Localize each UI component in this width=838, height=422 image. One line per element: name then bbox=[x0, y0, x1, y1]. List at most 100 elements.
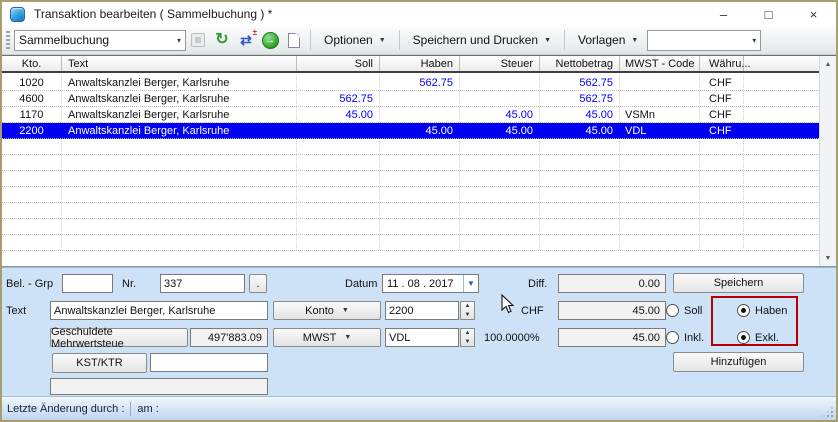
cell-steuer bbox=[460, 75, 540, 90]
cell-haben bbox=[380, 187, 460, 202]
cell-steuer bbox=[460, 235, 540, 250]
nr-lookup-button[interactable]: . bbox=[249, 274, 267, 293]
table-row[interactable] bbox=[2, 155, 819, 171]
resize-grip[interactable] bbox=[823, 407, 833, 417]
cell-kto: 4600 bbox=[2, 91, 62, 106]
spinner-up-icon[interactable]: ▲ bbox=[461, 329, 474, 338]
speichern-button[interactable]: Speichern bbox=[673, 273, 804, 293]
cell-steuer: 45.00 bbox=[460, 123, 540, 138]
scroll-up-icon[interactable]: ▲ bbox=[820, 56, 837, 72]
refresh-button[interactable]: ↻ bbox=[211, 29, 233, 51]
column-header-waehrung[interactable]: Währu... bbox=[700, 56, 744, 71]
cell-kto bbox=[2, 203, 62, 218]
datum-dropdown-icon[interactable]: ▼ bbox=[463, 275, 478, 292]
hinzufuegen-button[interactable]: Hinzufügen bbox=[673, 352, 804, 372]
vertical-scrollbar[interactable]: ▲ ▼ bbox=[819, 56, 836, 266]
speichern-und-drucken-menu-button[interactable]: Speichern und Drucken ▼ bbox=[404, 30, 560, 50]
text-input[interactable] bbox=[50, 301, 268, 320]
resize-columns-button[interactable]: ⇄ ± bbox=[235, 29, 257, 51]
table-row[interactable] bbox=[2, 219, 819, 235]
cell-haben bbox=[380, 139, 460, 154]
column-header-soll[interactable]: Soll bbox=[297, 56, 380, 71]
dropdown-arrow-icon: ▼ bbox=[544, 37, 551, 44]
close-button[interactable]: × bbox=[791, 2, 836, 26]
table-row[interactable] bbox=[2, 171, 819, 187]
soll-radio[interactable] bbox=[666, 304, 679, 317]
cell-soll bbox=[297, 235, 380, 250]
toolbar-separator bbox=[399, 30, 400, 50]
new-document-icon bbox=[288, 33, 300, 48]
column-header-kto[interactable]: Kto. bbox=[2, 56, 62, 71]
table-row[interactable] bbox=[2, 187, 819, 203]
cell-waehrung bbox=[700, 155, 744, 170]
spinner-down-icon[interactable]: ▼ bbox=[461, 311, 474, 320]
table-row[interactable]: 1020Anwaltskanzlei Berger, Karlsruhe562.… bbox=[2, 75, 819, 91]
cell-haben: 45.00 bbox=[380, 123, 460, 138]
cell-nettobetrag: 562.75 bbox=[540, 91, 620, 106]
new-document-button[interactable] bbox=[283, 29, 305, 51]
mouse-cursor bbox=[501, 294, 515, 314]
table-row[interactable]: 2200Anwaltskanzlei Berger, Karlsruhe45.0… bbox=[2, 123, 819, 139]
table-row[interactable] bbox=[2, 203, 819, 219]
table-row[interactable] bbox=[2, 235, 819, 251]
mwst-spinner[interactable]: ▲ ▼ bbox=[460, 328, 475, 347]
table-row[interactable]: 1170Anwaltskanzlei Berger, Karlsruhe45.0… bbox=[2, 107, 819, 123]
inkl-radio[interactable] bbox=[666, 331, 679, 344]
go-button[interactable]: → bbox=[259, 29, 281, 51]
combo-arrow-icon: ▾ bbox=[171, 36, 181, 45]
cell-mwst-code bbox=[620, 203, 700, 218]
cell-steuer bbox=[460, 171, 540, 186]
cell-text bbox=[62, 155, 297, 170]
mwst-code-input[interactable] bbox=[385, 328, 459, 347]
optionen-menu-button[interactable]: Optionen ▼ bbox=[315, 30, 395, 50]
column-header-steuer[interactable]: Steuer bbox=[460, 56, 540, 71]
window-title: Transaktion bearbeiten ( Sammelbuchung )… bbox=[34, 7, 272, 21]
table-row[interactable] bbox=[2, 139, 819, 155]
konto-dropdown-button[interactable]: Konto ▼ bbox=[273, 301, 381, 320]
minimize-button[interactable]: – bbox=[701, 2, 746, 26]
diff-label: Diff. bbox=[528, 278, 547, 290]
cell-haben bbox=[380, 219, 460, 234]
cell-soll bbox=[297, 171, 380, 186]
spinner-up-icon[interactable]: ▲ bbox=[461, 302, 474, 311]
inkl-radio-label[interactable]: Inkl. bbox=[684, 332, 704, 344]
toolbar-grip[interactable] bbox=[6, 31, 10, 49]
mwst-dropdown-button[interactable]: MWST ▼ bbox=[273, 328, 381, 347]
template-select[interactable]: ▾ bbox=[647, 30, 761, 51]
konto-input[interactable] bbox=[385, 301, 459, 320]
bel-grp-input[interactable] bbox=[62, 274, 113, 293]
column-header-haben[interactable]: Haben bbox=[380, 56, 460, 71]
app-window: Transaktion bearbeiten ( Sammelbuchung )… bbox=[0, 0, 838, 422]
soll-radio-label[interactable]: Soll bbox=[684, 305, 702, 317]
vorlagen-menu-button[interactable]: Vorlagen ▼ bbox=[569, 30, 647, 50]
booking-type-select[interactable]: Sammelbuchung ▾ bbox=[14, 30, 186, 51]
column-header-mwst-code[interactable]: MWST - Code bbox=[620, 56, 700, 71]
cell-mwst-code bbox=[620, 91, 700, 106]
cell-steuer bbox=[460, 187, 540, 202]
titlebar: Transaktion bearbeiten ( Sammelbuchung )… bbox=[2, 2, 836, 26]
app-icon bbox=[10, 7, 25, 22]
datum-field[interactable]: 11 . 08 . 2017 ▼ bbox=[382, 274, 479, 293]
table-row[interactable]: 4600Anwaltskanzlei Berger, Karlsruhe562.… bbox=[2, 91, 819, 107]
resize-columns-icon: ⇄ bbox=[240, 33, 252, 47]
cell-waehrung: CHF bbox=[700, 107, 744, 122]
diff-field: 0.00 bbox=[558, 274, 666, 293]
cell-text bbox=[62, 235, 297, 250]
maximize-button[interactable]: □ bbox=[746, 2, 791, 26]
cell-mwst-code bbox=[620, 219, 700, 234]
cell-steuer bbox=[460, 139, 540, 154]
spinner-down-icon[interactable]: ▼ bbox=[461, 338, 474, 347]
cell-soll bbox=[297, 155, 380, 170]
scroll-down-icon[interactable]: ▼ bbox=[820, 250, 837, 266]
datum-label: Datum bbox=[345, 278, 377, 290]
kst-ktr-button[interactable]: KST/KTR bbox=[52, 353, 147, 373]
konto-spinner[interactable]: ▲ ▼ bbox=[460, 301, 475, 320]
kst-ktr-input[interactable] bbox=[150, 353, 268, 372]
amount-field: 45.00 bbox=[558, 301, 666, 320]
nr-input[interactable] bbox=[160, 274, 245, 293]
column-header-text[interactable]: Text bbox=[62, 56, 297, 71]
percent-label: 100.0000% bbox=[484, 332, 540, 344]
column-header-nettobetrag[interactable]: Nettobetrag bbox=[540, 56, 620, 71]
cell-filler bbox=[744, 155, 819, 170]
cell-text: Anwaltskanzlei Berger, Karlsruhe bbox=[62, 123, 297, 138]
